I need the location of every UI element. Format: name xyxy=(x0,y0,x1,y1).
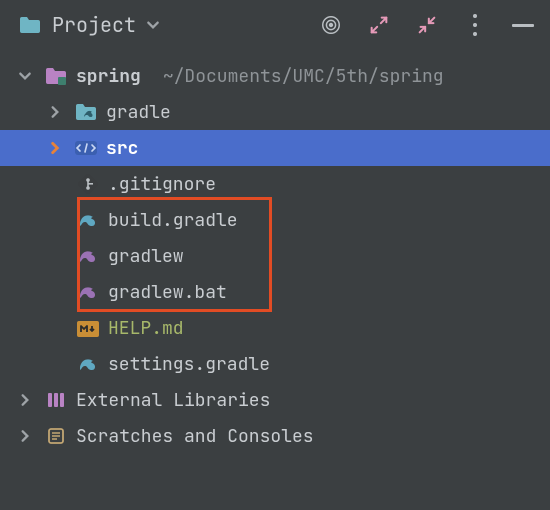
chevron-right-icon xyxy=(44,141,66,155)
tree-node-gradle-folder[interactable]: gradle xyxy=(0,94,550,130)
tree-node-scratches[interactable]: Scratches and Consoles xyxy=(0,418,550,454)
chevron-down-icon xyxy=(146,18,160,32)
tree-node-gitignore[interactable]: .gitignore xyxy=(0,166,550,202)
gradle-script-icon xyxy=(76,283,100,301)
gradle-script-icon xyxy=(76,247,100,265)
chevron-right-icon xyxy=(44,105,66,119)
project-toolbar: Project xyxy=(0,0,550,50)
tree-label: build.gradle xyxy=(108,209,238,232)
target-icon[interactable] xyxy=(318,12,344,38)
gradle-folder-icon xyxy=(74,103,98,121)
tree-node-help-md[interactable]: HELP.md xyxy=(0,310,550,346)
tree-node-src-folder[interactable]: src xyxy=(0,130,550,166)
source-folder-icon xyxy=(74,139,98,157)
scratches-icon xyxy=(44,426,68,446)
gradle-file-icon xyxy=(76,211,100,229)
project-tab[interactable]: Project xyxy=(18,12,160,38)
tree-label: HELP.md xyxy=(108,317,184,340)
git-file-icon xyxy=(76,174,100,194)
tree-node-gradlew-bat[interactable]: gradlew.bat xyxy=(0,274,550,310)
tree-path: ~/Documents/UMC/5th/spring xyxy=(163,65,444,88)
tree-node-build-gradle[interactable]: build.gradle xyxy=(0,202,550,238)
tree-label: src xyxy=(106,137,138,160)
module-folder-icon xyxy=(44,67,68,85)
tree-label: External Libraries xyxy=(76,389,270,412)
minimize-icon[interactable] xyxy=(510,12,536,38)
tree-label: settings.gradle xyxy=(108,353,270,376)
chevron-down-icon xyxy=(14,69,36,83)
tree-node-external-libraries[interactable]: External Libraries xyxy=(0,382,550,418)
chevron-right-icon xyxy=(14,429,36,443)
markdown-file-icon xyxy=(76,320,100,337)
tree-label: .gitignore xyxy=(108,173,216,196)
tree-label: Scratches and Consoles xyxy=(76,425,314,448)
tree-node-gradlew[interactable]: gradlew xyxy=(0,238,550,274)
project-tree: spring ~/Documents/UMC/5th/spring gradle xyxy=(0,50,550,460)
collapse-all-icon[interactable] xyxy=(414,12,440,38)
tree-label: gradlew xyxy=(108,245,184,268)
gradle-file-icon xyxy=(76,355,100,373)
expand-all-icon[interactable] xyxy=(366,12,392,38)
tree-label: gradlew.bat xyxy=(108,281,227,304)
project-folder-icon xyxy=(18,16,42,34)
tree-node-settings-gradle[interactable]: settings.gradle xyxy=(0,346,550,382)
tree-label: gradle xyxy=(106,101,171,124)
library-icon xyxy=(44,390,68,410)
project-title: Project xyxy=(52,12,136,38)
tree-label: spring xyxy=(76,65,141,88)
more-options-icon[interactable] xyxy=(462,12,488,38)
tree-node-spring[interactable]: spring ~/Documents/UMC/5th/spring xyxy=(0,58,550,94)
chevron-right-icon xyxy=(14,393,36,407)
